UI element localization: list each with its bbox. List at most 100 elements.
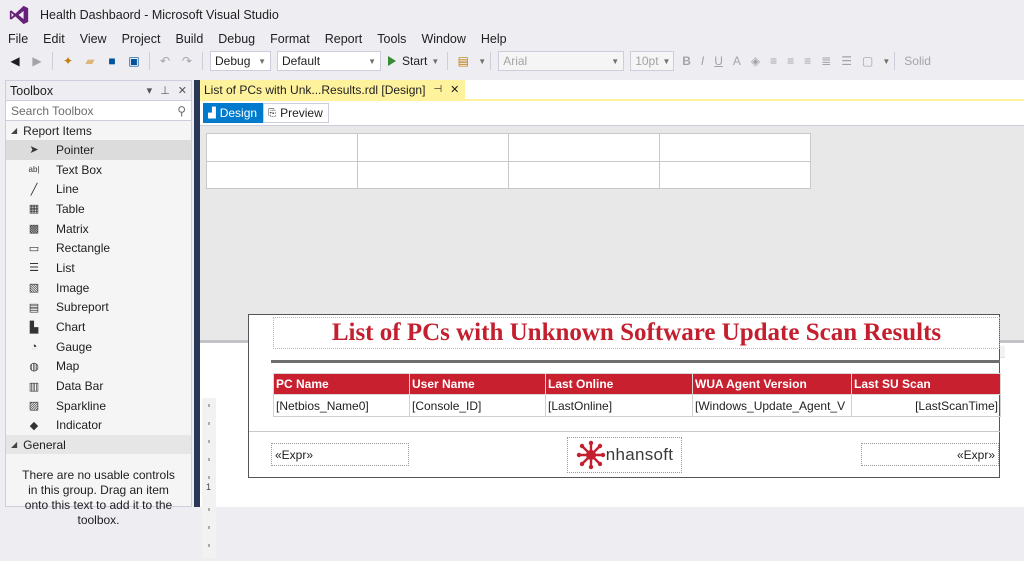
cell-wua-agent-version[interactable]: [Windows_Update_Agent_V xyxy=(692,394,852,417)
back-icon[interactable]: ◀ xyxy=(7,53,23,69)
toolbox-item-gauge[interactable]: ◔ Gauge xyxy=(6,337,191,357)
footer-expression-left[interactable]: «Expr» xyxy=(271,443,409,466)
group-report-items[interactable]: ◢ Report Items xyxy=(6,121,191,140)
column-header-last-su-scan[interactable]: Last SU Scan xyxy=(851,373,1001,395)
group-general[interactable]: ◢ General xyxy=(6,435,191,455)
grid-cell[interactable] xyxy=(358,134,509,162)
report-body[interactable]: List of PCs with Unknown Software Update… xyxy=(248,314,1001,478)
cell-console-id[interactable]: [Console_ID] xyxy=(409,394,546,417)
pin-icon[interactable]: ⊥ xyxy=(160,84,170,97)
solution-config-select[interactable]: Debug ▼ xyxy=(210,51,271,71)
bold-button[interactable]: B xyxy=(682,54,691,68)
window-title: Health Dashbaord - Microsoft Visual Stud… xyxy=(40,8,279,22)
toolbox-item-indicator[interactable]: ◆ Indicator xyxy=(6,416,191,436)
enhansoft-logo-image[interactable]: nhansoft xyxy=(567,437,682,473)
font-color-icon[interactable]: A xyxy=(733,54,741,68)
font-size-select[interactable]: 10pt ▼ xyxy=(630,51,675,71)
report-table[interactable]: PC Name User Name Last Online WUA Agent … xyxy=(273,373,1001,417)
close-icon[interactable]: ✕ xyxy=(178,84,187,97)
column-header-pc-name[interactable]: PC Name xyxy=(273,373,410,395)
grid-cell[interactable] xyxy=(509,134,660,162)
document-tab[interactable]: List of PCs with Unk...Results.rdl [Desi… xyxy=(200,80,466,99)
align-left-icon[interactable]: ≡ xyxy=(770,54,777,68)
undo-icon[interactable]: ↶ xyxy=(157,53,173,69)
grid-cell[interactable] xyxy=(509,162,660,189)
menu-help[interactable]: Help xyxy=(473,32,514,46)
solution-platform-select[interactable]: Default ▼ xyxy=(277,51,381,71)
indicator-icon: ◆ xyxy=(29,419,39,432)
grid-cell[interactable] xyxy=(358,162,509,189)
forward-icon[interactable]: ▶ xyxy=(29,53,45,69)
background-color-icon[interactable]: ◈ xyxy=(751,54,760,68)
chart-icon: ▙ xyxy=(29,321,39,334)
column-header-user-name[interactable]: User Name xyxy=(409,373,546,395)
menu-file[interactable]: File xyxy=(0,32,35,46)
menu-build[interactable]: Build xyxy=(167,32,210,46)
pin-icon[interactable]: ⊣ xyxy=(433,84,442,95)
menu-window[interactable]: Window xyxy=(413,32,472,46)
save-all-icon[interactable]: ▣ xyxy=(126,53,142,69)
grid-cell[interactable] xyxy=(207,134,358,162)
toolbox-item-matrix[interactable]: ▩ Matrix xyxy=(6,219,191,239)
bullets-icon[interactable]: ☰ xyxy=(841,54,852,68)
start-button[interactable]: Start ▼ xyxy=(388,54,439,68)
toolbox-item-label: Sparkline xyxy=(56,398,107,413)
footer-expression-right[interactable]: «Expr» xyxy=(861,443,999,466)
toolbox-item-line[interactable]: ╱ Line xyxy=(6,179,191,199)
redo-icon[interactable]: ↷ xyxy=(179,53,195,69)
column-header-wua-agent-version[interactable]: WUA Agent Version xyxy=(692,373,852,395)
toolbox-item-map[interactable]: ◍ Map xyxy=(6,357,191,377)
menu-edit[interactable]: Edit xyxy=(35,32,72,46)
chevron-down-icon: ▼ xyxy=(368,56,376,66)
toolbox-item-subreport[interactable]: ▤ Subreport xyxy=(6,298,191,318)
save-icon[interactable]: ■ xyxy=(104,53,120,69)
menu-debug[interactable]: Debug xyxy=(210,32,262,46)
menu-report[interactable]: Report xyxy=(317,32,370,46)
toolbox-item-pointer[interactable]: ➤ Pointer xyxy=(6,140,191,160)
toolbar-overflow-icon[interactable]: ▼ xyxy=(478,57,486,66)
close-icon[interactable]: ✕ xyxy=(450,83,459,96)
title-divider-line[interactable] xyxy=(271,360,1000,363)
toolbox-item-image[interactable]: ▧ Image xyxy=(6,278,191,298)
visual-studio-logo-icon xyxy=(9,5,29,25)
grid-cell[interactable] xyxy=(660,134,811,162)
menu-tools[interactable]: Tools xyxy=(369,32,413,46)
report-data-icon[interactable]: ▤ xyxy=(455,53,471,69)
open-file-icon[interactable]: ▰ xyxy=(82,53,98,69)
new-project-icon[interactable]: ✦ xyxy=(60,53,76,69)
align-center-icon[interactable]: ≡ xyxy=(787,54,794,68)
toolbox-item-databar[interactable]: ▥ Data Bar xyxy=(6,376,191,396)
cell-last-scan-time[interactable]: [LastScanTime] xyxy=(851,394,1001,417)
toolbox-item-textbox[interactable]: ab| Text Box xyxy=(6,160,191,180)
border-style-select[interactable]: Solid xyxy=(904,54,931,68)
italic-button[interactable]: I xyxy=(701,54,704,68)
menu-format[interactable]: Format xyxy=(262,32,317,46)
dataset-pane xyxy=(200,125,1024,340)
align-right-icon[interactable]: ≡ xyxy=(804,54,811,68)
menu-project[interactable]: Project xyxy=(114,32,168,46)
toolbox-item-chart[interactable]: ▙ Chart xyxy=(6,317,191,337)
toolbox-item-sparkline[interactable]: ▨ Sparkline xyxy=(6,396,191,416)
toolbox-item-list[interactable]: ☰ List xyxy=(6,258,191,278)
justify-icon[interactable]: ≣ xyxy=(821,54,831,68)
toolbox-search-input[interactable]: Search Toolbox ⚲ xyxy=(6,101,191,121)
grid-cell[interactable] xyxy=(660,162,811,189)
report-title-textbox[interactable]: List of PCs with Unknown Software Update… xyxy=(273,317,1000,349)
toolbox-item-rectangle[interactable]: ▭ Rectangle xyxy=(6,238,191,258)
tab-preview[interactable]: ⎘ Preview xyxy=(263,103,329,123)
menu-view[interactable]: View xyxy=(72,32,114,46)
font-name-select[interactable]: Arial ▼ xyxy=(498,51,625,71)
toolbox-item-table[interactable]: ▦ Table xyxy=(6,199,191,219)
document-tab-underline xyxy=(200,99,1024,101)
underline-button[interactable]: U xyxy=(714,54,723,68)
cell-last-online[interactable]: [LastOnline] xyxy=(545,394,693,417)
tab-design[interactable]: ▟ Design xyxy=(203,103,264,123)
window-position-icon[interactable]: ▾ xyxy=(147,84,153,97)
toolbar-overflow-icon[interactable]: ▼ xyxy=(882,57,890,66)
cell-netbios-name[interactable]: [Netbios_Name0] xyxy=(273,394,410,417)
start-label: Start xyxy=(402,54,428,68)
column-header-last-online[interactable]: Last Online xyxy=(545,373,693,395)
vertical-ruler-ticks: 1 xyxy=(206,404,211,547)
border-icon[interactable]: ▢ xyxy=(862,54,873,68)
grid-cell[interactable] xyxy=(207,162,358,189)
